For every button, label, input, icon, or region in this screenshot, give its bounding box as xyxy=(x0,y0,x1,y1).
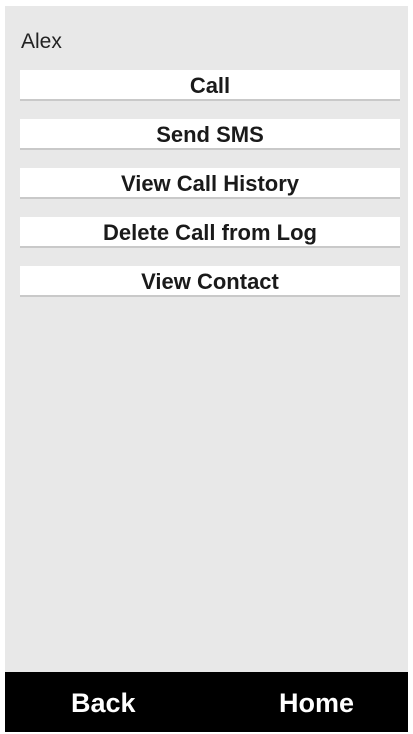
home-button[interactable]: Home xyxy=(279,672,354,732)
back-button[interactable]: Back xyxy=(71,672,136,732)
send-sms-button[interactable]: Send SMS xyxy=(20,119,400,150)
action-list: Call Send SMS View Call History Delete C… xyxy=(20,70,400,315)
contact-name: Alex xyxy=(21,30,62,53)
bottom-bar: Back Home xyxy=(5,672,408,732)
delete-call-from-log-button[interactable]: Delete Call from Log xyxy=(20,217,400,248)
view-call-history-button[interactable]: View Call History xyxy=(20,168,400,199)
phone-screen: Alex Call Send SMS View Call History Del… xyxy=(5,6,408,732)
call-button[interactable]: Call xyxy=(20,70,400,101)
view-contact-button[interactable]: View Contact xyxy=(20,266,400,297)
